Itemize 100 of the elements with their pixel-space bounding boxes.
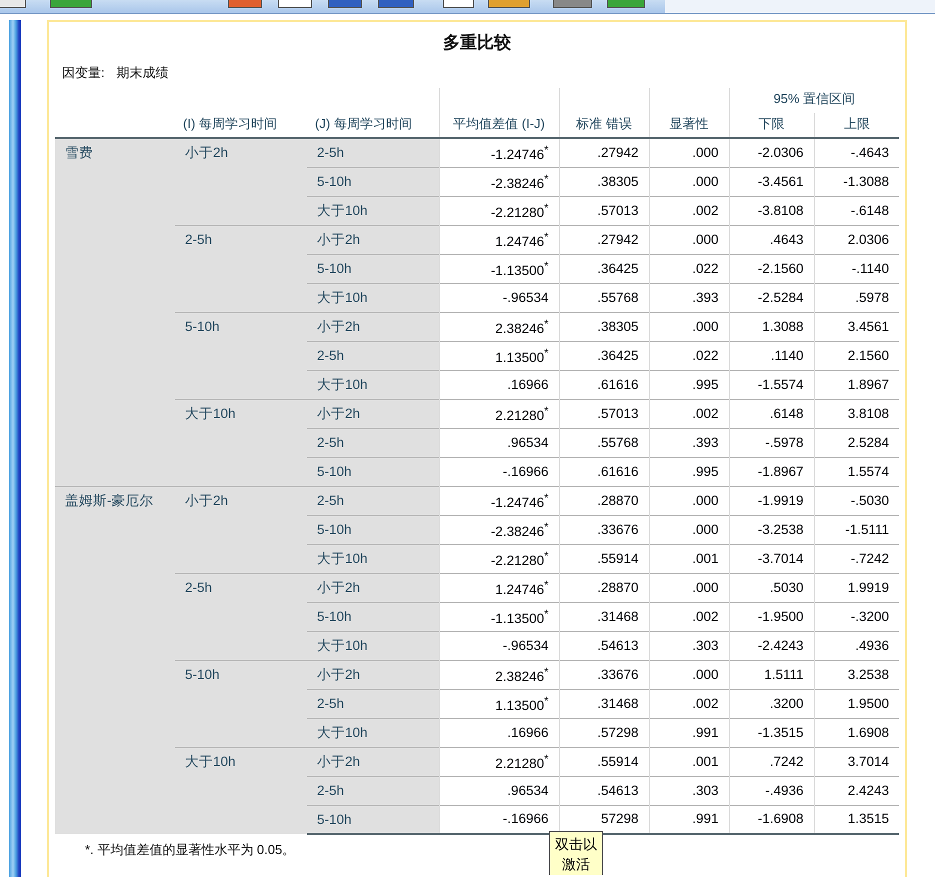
row-label: 盖姆斯-豪厄尔 xyxy=(55,486,175,834)
row-label: 小于2h xyxy=(307,399,439,428)
row-label: 5-10h xyxy=(175,660,307,747)
toolbar-button[interactable] xyxy=(488,0,530,8)
row-label: 大于10h xyxy=(175,747,307,834)
table-cell: 1.9500 xyxy=(814,689,900,718)
row-label: 小于2h xyxy=(307,660,439,689)
table-cell: -2.4243 xyxy=(729,631,814,660)
table-cell: .002 xyxy=(649,399,729,428)
table-cell: -2.38246$^{*}$ xyxy=(439,167,559,196)
table-cell: .303 xyxy=(649,776,729,805)
row-label: 小于2h xyxy=(175,138,307,225)
table-cell: .3200 xyxy=(729,689,814,718)
row-label: 小于2h xyxy=(175,486,307,573)
table-cell: .002 xyxy=(649,602,729,631)
table-cell: .28870 xyxy=(559,486,649,515)
table-cell: .000 xyxy=(649,167,729,196)
row-label: 小于2h xyxy=(307,747,439,776)
pivot-table[interactable] xyxy=(47,20,907,877)
table-cell: -2.0306 xyxy=(729,138,814,167)
table-cell: .16966 xyxy=(439,370,559,399)
row-label: 5-10h xyxy=(307,254,439,283)
column-header: 95% 置信区间 xyxy=(729,88,900,113)
table-cell: -.3200 xyxy=(814,602,900,631)
table-cell: .55914 xyxy=(559,747,649,776)
row-label: 5-10h xyxy=(307,602,439,631)
table-cell: -1.3088 xyxy=(814,167,900,196)
table-cell: -2.21280$^{*}$ xyxy=(439,196,559,225)
table-cell: .6148 xyxy=(729,399,814,428)
row-label: 2-5h xyxy=(307,428,439,457)
column-header: 标准 错误 xyxy=(559,88,649,138)
table-cell: .991 xyxy=(649,805,729,834)
table-cell: .002 xyxy=(649,689,729,718)
table-cell: -2.38246$^{*}$ xyxy=(439,515,559,544)
table-cell: -1.13500$^{*}$ xyxy=(439,254,559,283)
row-label: 2-5h xyxy=(307,689,439,718)
table-cell: 1.13500$^{*}$ xyxy=(439,689,559,718)
table-cell: 2.5284 xyxy=(814,428,900,457)
table-cell: .000 xyxy=(649,515,729,544)
table-cell: -3.2538 xyxy=(729,515,814,544)
row-label: 大于10h xyxy=(307,718,439,747)
table-cell: -.4643 xyxy=(814,138,900,167)
row-label: 5-10h xyxy=(175,312,307,399)
row-label: 大于10h xyxy=(307,631,439,660)
table-cell: .000 xyxy=(649,312,729,341)
table-cell: -1.24746$^{*}$ xyxy=(439,486,559,515)
table-cell: -3.8108 xyxy=(729,196,814,225)
toolbar-button[interactable] xyxy=(278,0,312,8)
table-cell: .38305 xyxy=(559,167,649,196)
tooltip: 双击以激活 xyxy=(549,831,603,875)
table-cell: .27942 xyxy=(559,138,649,167)
table-cell: 1.24746$^{*}$ xyxy=(439,225,559,254)
table-cell: .001 xyxy=(649,544,729,573)
table-title: 多重比较 xyxy=(442,32,512,54)
toolbar-button[interactable] xyxy=(0,0,26,8)
table-cell: -.5030 xyxy=(814,486,900,515)
table-cell: -1.3515 xyxy=(729,718,814,747)
table-cell: 2.21280$^{*}$ xyxy=(439,747,559,776)
table-cell: 1.9919 xyxy=(814,573,900,602)
table-cell: -1.13500$^{*}$ xyxy=(439,602,559,631)
table-cell: .303 xyxy=(649,631,729,660)
table-cell: -2.1560 xyxy=(729,254,814,283)
table-cell: .1140 xyxy=(729,341,814,370)
table-cell: .61616 xyxy=(559,457,649,486)
table-cell: .4643 xyxy=(729,225,814,254)
table-cell: .31468 xyxy=(559,689,649,718)
table-cell: .31468 xyxy=(559,602,649,631)
table-cell: .022 xyxy=(649,341,729,370)
table-cell: -.1140 xyxy=(814,254,900,283)
table-cell: -1.5574 xyxy=(729,370,814,399)
table-cell: .000 xyxy=(649,660,729,689)
table-cell: .5030 xyxy=(729,573,814,602)
table-cell: .36425 xyxy=(559,254,649,283)
row-label: 5-10h xyxy=(307,167,439,196)
row-label: 大于10h xyxy=(175,399,307,486)
table-cell: -2.21280$^{*}$ xyxy=(439,544,559,573)
row-label: 大于10h xyxy=(307,544,439,573)
table-cell: 1.5574 xyxy=(814,457,900,486)
table-cell: .38305 xyxy=(559,312,649,341)
column-header: 下限 xyxy=(729,113,814,138)
table-cell: 1.6908 xyxy=(814,718,900,747)
table-cell: 3.4561 xyxy=(814,312,900,341)
row-label: 大于10h xyxy=(307,196,439,225)
table-cell: .57013 xyxy=(559,399,649,428)
table-cell: .57013 xyxy=(559,196,649,225)
table-cell: .991 xyxy=(649,718,729,747)
table-cell: .995 xyxy=(649,457,729,486)
row-label: 5-10h xyxy=(307,515,439,544)
table-cell: 2.1560 xyxy=(814,341,900,370)
pane-splitter[interactable] xyxy=(9,20,19,877)
table-cell: 1.3515 xyxy=(814,805,900,834)
table-cell: .61616 xyxy=(559,370,649,399)
table-cell: 3.7014 xyxy=(814,747,900,776)
column-header: 显著性 xyxy=(649,88,729,138)
table-cell: .33676 xyxy=(559,515,649,544)
table-cell: .33676 xyxy=(559,660,649,689)
row-label: 大于10h xyxy=(307,370,439,399)
row-label: 大于10h xyxy=(307,283,439,312)
toolbar-button[interactable] xyxy=(443,0,474,8)
dependent-variable-label: 因变量: xyxy=(62,65,105,80)
